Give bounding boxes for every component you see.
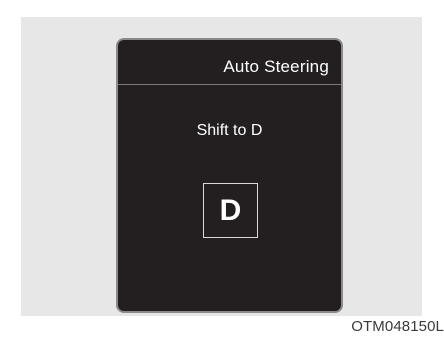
- shift-message: Shift to D: [196, 122, 263, 139]
- display-title: Auto Steering: [223, 57, 329, 76]
- header-divider: [118, 84, 341, 85]
- instrument-cluster-display: Auto Steering Shift to D D: [116, 38, 343, 313]
- gear-indicator-box: D: [203, 183, 258, 238]
- figure-code: OTM048150L: [351, 318, 444, 335]
- gear-indicator-letter: D: [219, 193, 242, 227]
